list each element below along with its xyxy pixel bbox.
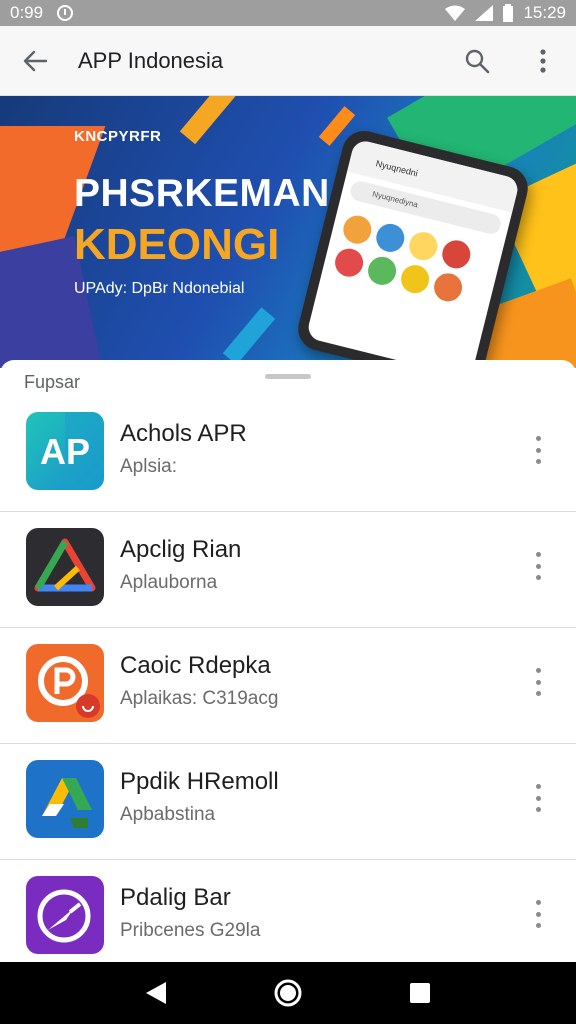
avatar [431,270,466,305]
app-list-sheet: Fupsar AP Achols APR Aplsia: Apclig Rian… [0,360,576,964]
banner-stripe-shape [222,307,276,365]
avatar [398,262,433,297]
avatar [406,229,441,264]
section-label: Fupsar [24,372,81,392]
triangle-logo-icon [26,528,104,606]
back-triangle-icon [146,982,166,1004]
svg-text:AP: AP [40,431,90,472]
phone-screen: Nyuqnedni Nyuqnediyna [305,138,521,368]
banner-subtitle: UPAdy: DpBr Ndonebial [74,280,245,297]
status-time-right: 15:29 [523,3,566,22]
more-vertical-icon[interactable] [526,896,550,932]
banner-stripe-shape [179,96,241,145]
search-icon [465,49,490,73]
drag-handle[interactable] [265,374,311,379]
app-bar: APP Indonesia [0,26,576,96]
avatar [373,220,408,255]
app-subtitle: Aplsia: [120,456,178,477]
more-vertical-icon[interactable] [526,548,550,584]
avatar [439,237,474,272]
nav-home-button[interactable] [263,968,313,1018]
nav-recents-button[interactable] [395,968,445,1018]
home-circle-icon [274,979,302,1007]
list-item[interactable]: Caoic Rdepka Aplaikas: C319acg [0,628,576,744]
system-nav-bar [0,962,576,1024]
more-vertical-icon[interactable] [526,432,550,468]
signal-icon [475,5,494,21]
app-name: Achols APR [120,420,247,447]
recents-square-icon [410,983,430,1003]
app-name: Pdalig Bar [120,884,231,911]
more-vertical-icon [540,48,546,73]
back-button[interactable] [0,26,70,96]
status-time-left: 0:99 [10,3,44,22]
app-name: Apclig Rian [120,536,242,563]
list-item[interactable]: Apclig Rian Aplauborna [0,512,576,628]
drive-logo-icon [26,760,104,838]
p-chat-logo-icon [26,644,104,722]
banner-small-text: KNCPYRFR [74,128,162,145]
promo-banner[interactable]: KNCPYRFR PHSRKEMANA KDEONGI UPAdy: DpBr … [0,96,576,368]
page-title: APP Indonesia [78,47,224,73]
app-list: AP Achols APR Aplsia: Apclig Rian Aplaub… [0,396,576,976]
more-vertical-icon[interactable] [526,780,550,816]
compass-logo-icon [26,876,104,954]
search-button[interactable] [444,26,510,96]
wifi-icon [445,5,466,21]
status-bar: 0:99 15:29 [0,0,576,26]
avatar [332,245,367,280]
app-subtitle: Aplauborna [120,572,218,593]
circle-indicator-icon [57,5,74,21]
list-item[interactable]: Pdalig Bar Pribcenes G29la [0,860,576,976]
banner-headline: PHSRKEMANA [74,172,359,215]
app-subtitle: Apbabstina [120,804,216,825]
ap-logo-icon: AP [26,412,104,490]
more-options-button[interactable] [510,26,576,96]
avatar [365,253,400,288]
list-item[interactable]: AP Achols APR Aplsia: [0,396,576,512]
app-name: Caoic Rdepka [120,652,271,679]
back-arrow-icon [23,50,48,71]
more-vertical-icon[interactable] [526,664,550,700]
app-subtitle: Pribcenes G29la [120,920,261,941]
app-name: Ppdik HRemoll [120,768,279,795]
banner-headline-accent: KDEONGI [74,220,280,269]
list-item[interactable]: Ppdik HRemoll Apbabstina [0,744,576,860]
app-subtitle: Aplaikas: C319acg [120,688,279,709]
nav-back-button[interactable] [131,968,181,1018]
avatar [340,212,375,247]
battery-icon [503,4,514,22]
